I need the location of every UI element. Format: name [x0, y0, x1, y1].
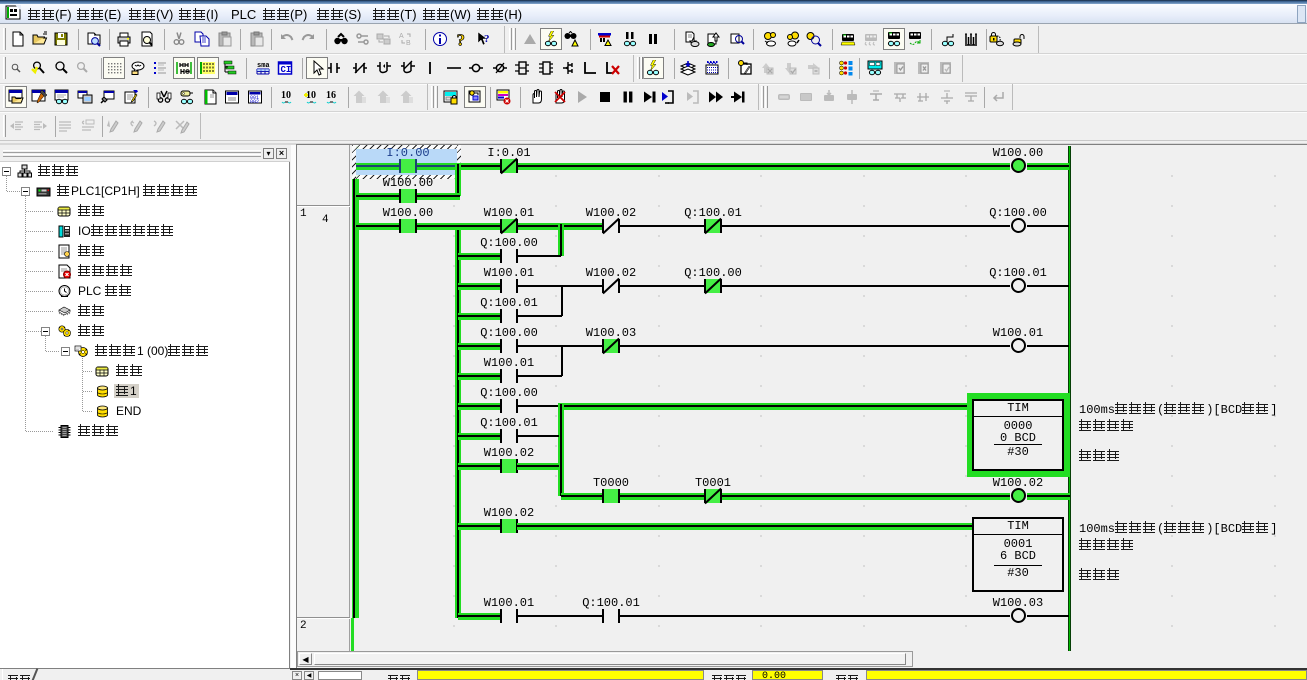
svg-text:CI: CI — [281, 65, 292, 75]
svg-text:B: B — [406, 40, 411, 47]
svg-text:A: A — [399, 33, 404, 40]
svg-text:10: 10 — [281, 90, 291, 101]
svg-text:16: 16 — [326, 90, 336, 101]
svg-text:?: ? — [457, 31, 466, 47]
svg-text:002: 002 — [250, 99, 259, 105]
svg-text:?: ? — [484, 33, 490, 45]
